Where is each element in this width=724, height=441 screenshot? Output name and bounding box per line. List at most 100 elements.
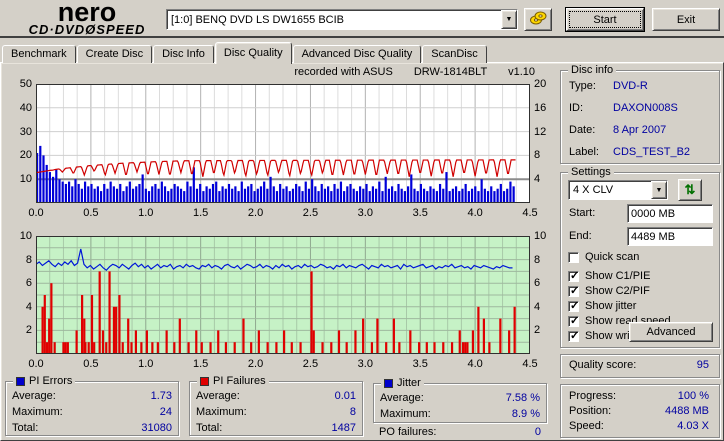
start-position-label: Start:: [569, 207, 596, 219]
stat-value: 0.01: [334, 390, 356, 402]
tab-scandisc[interactable]: ScanDisc: [422, 45, 487, 63]
progress-row: Speed: 4.03 X: [561, 419, 719, 434]
tab-create-disc[interactable]: Create Disc: [76, 45, 153, 63]
pi-errors-title: PI Errors: [29, 375, 73, 387]
start-position-field[interactable]: 0000 MB: [627, 204, 713, 223]
pi-errors-swatch-icon: [16, 376, 25, 386]
axis-tick-label: 8: [534, 253, 541, 266]
quality-score-label: Quality score:: [569, 359, 637, 371]
axis-tick-label: 10: [19, 230, 32, 242]
disc-info-row: Date: 8 Apr 2007: [569, 123, 711, 138]
stat-value: 7.58 %: [505, 392, 540, 404]
checkbox-icon[interactable]: ✓: [568, 270, 579, 282]
axis-tick-label: 0.0: [28, 207, 44, 219]
axis-tick-label: 0.5: [83, 358, 99, 370]
stat-label: Average:: [12, 390, 56, 402]
progress-label: Progress:: [569, 390, 617, 402]
axis-tick-label: 1.0: [138, 358, 154, 370]
refresh-icon: ⇅: [684, 182, 696, 197]
axis-tick-label: 3.0: [357, 358, 373, 370]
axis-tick-label: 0.5: [83, 207, 99, 219]
settings-title: Settings: [568, 166, 614, 178]
progress-row: Progress: 100 %: [561, 389, 719, 404]
nero-logo: nero CD·DVDØSPEED: [12, 0, 162, 37]
pi-failures-title: PI Failures: [213, 375, 266, 387]
checkbox-show-c1-pie[interactable]: ✓ Show C1/PIE: [568, 269, 650, 283]
po-failures-row: PO failures: 0: [379, 425, 541, 441]
axis-tick-label: 8: [25, 253, 32, 266]
jitter-title: Jitter: [397, 377, 421, 389]
exit-button[interactable]: Exit: [652, 8, 720, 31]
axis-tick-label: 2: [25, 324, 32, 337]
axis-tick-label: 4.5: [522, 207, 538, 219]
progress-value: 4.03 X: [677, 420, 709, 432]
toolbar: nero CD·DVDØSPEED [1:0] BENQ DVD LS DW16…: [0, 0, 724, 38]
logo-cdspeed-text: CD·DVDØSPEED: [28, 22, 146, 37]
axis-tick-label: 12: [534, 125, 547, 138]
stat-row: Maximum: 8.9 %: [380, 407, 540, 423]
axis-tick-label: 6: [534, 277, 541, 290]
stat-label: Maximum:: [380, 408, 431, 420]
pie-errors-plot: [36, 84, 530, 203]
tab-advanced-disc-quality[interactable]: Advanced Disc Quality: [292, 45, 422, 63]
stat-value: 8: [349, 406, 356, 418]
chevron-down-icon[interactable]: ▼: [501, 10, 517, 29]
jitter-pif-plot: [36, 236, 530, 354]
stat-value: 1.73: [150, 390, 172, 402]
tab-strip: Benchmark Create Disc Disc Info Disc Qualit…: [2, 42, 488, 64]
stat-label: Maximum:: [196, 406, 247, 418]
axis-tick-label: 2.5: [302, 207, 319, 219]
checkbox-icon[interactable]: ✓: [568, 315, 579, 327]
stat-row: Average: 0.01: [196, 389, 356, 405]
tab-disc-quality[interactable]: Disc Quality: [214, 42, 292, 64]
tab-disc-info[interactable]: Disc Info: [153, 45, 214, 63]
axis-tick-label: 6: [25, 277, 32, 290]
eject-button[interactable]: [524, 8, 552, 31]
stat-value: 24: [159, 406, 172, 418]
progress-row: Position: 4488 MB: [561, 404, 719, 419]
stat-value: 1487: [331, 422, 356, 434]
po-failures-value: 0: [534, 426, 541, 438]
disc-info-value: DVD-R: [613, 80, 648, 92]
end-position-field[interactable]: 4489 MB: [627, 227, 713, 246]
stat-label: Maximum:: [12, 406, 63, 418]
axis-tick-label: 0.0: [28, 358, 44, 370]
disc-info-value: DAXON008S: [613, 102, 678, 114]
disc-info-row: ID: DAXON008S: [569, 101, 711, 116]
axis-tick-label: 1.5: [193, 207, 209, 219]
axis-tick-label: 1.0: [138, 207, 154, 219]
tab-benchmark[interactable]: Benchmark: [2, 45, 76, 63]
axis-tick-label: 40: [19, 101, 32, 114]
checkbox-quick-scan[interactable]: Quick scan: [568, 250, 639, 264]
disc-info-group: Disc info Type: DVD-R ID: DAXON008S Date: 8 A…: [560, 64, 720, 164]
checkbox-icon[interactable]: ✓: [568, 330, 579, 342]
recorded-with-text: recorded with ASUS: [294, 66, 393, 78]
checkbox-icon[interactable]: [568, 251, 579, 263]
jitter-swatch-icon: [384, 378, 393, 388]
advanced-button[interactable]: Advanced: [629, 322, 713, 342]
axis-tick-label: 3.0: [357, 207, 373, 219]
axis-tick-label: 10: [19, 173, 32, 186]
checkbox-label: Show C2/PIF: [585, 285, 650, 297]
progress-box: Progress: 100 % Position: 4488 MB Speed: 4.03…: [560, 384, 720, 438]
checkbox-show-c2-pif[interactable]: ✓ Show C2/PIF: [568, 284, 650, 298]
jitter-stats-box: Jitter Average: 7.58 % Maximum: 8.9 %: [373, 377, 547, 423]
scan-speed-select[interactable]: 4 X CLV ▼: [568, 180, 668, 200]
stat-value: 31080: [141, 422, 172, 434]
checkbox-icon[interactable]: ✓: [568, 300, 579, 312]
refresh-button[interactable]: ⇅: [678, 179, 702, 201]
pi-failures-stats-box: PI Failures Average: 0.01 Maximum: 8 Total: 1…: [189, 375, 363, 436]
stat-label: Total:: [12, 422, 39, 434]
disc-info-value: CDS_TEST_B2: [613, 146, 691, 158]
progress-value: 4488 MB: [664, 405, 709, 417]
drive-select[interactable]: [1:0] BENQ DVD LS DW1655 BCIB ▼: [166, 9, 518, 30]
stat-row: Average: 7.58 %: [380, 391, 540, 407]
checkbox-icon[interactable]: ✓: [568, 285, 579, 297]
scan-speed-value: 4 X CLV: [573, 184, 614, 196]
axis-tick-label: 8: [534, 149, 541, 162]
chevron-down-icon[interactable]: ▼: [651, 181, 667, 199]
start-button[interactable]: Start: [566, 8, 644, 31]
checkbox-show-jitter[interactable]: ✓ Show jitter: [568, 299, 636, 313]
stat-value: 8.9 %: [511, 408, 540, 420]
axis-tick-label: 2.5: [302, 358, 319, 370]
